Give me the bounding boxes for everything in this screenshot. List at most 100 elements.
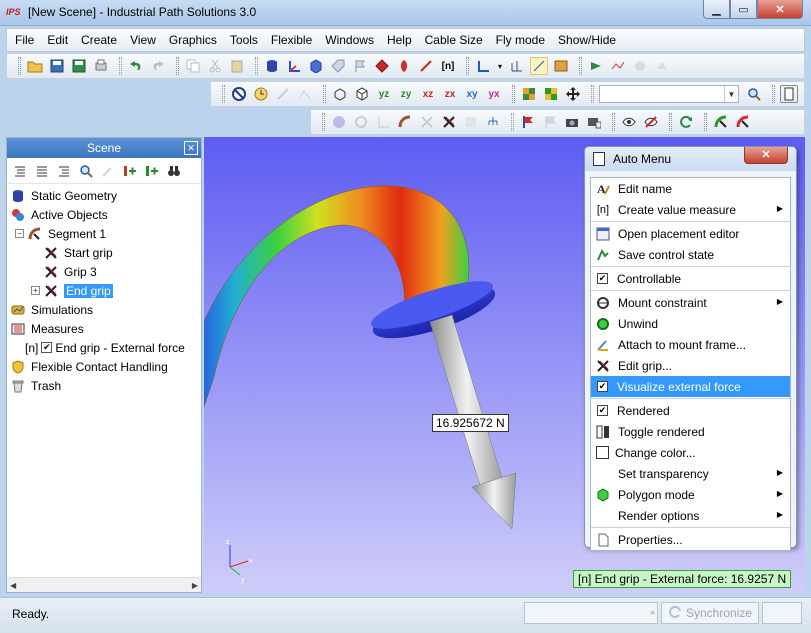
clock-icon[interactable] — [252, 85, 270, 103]
cube-icon[interactable] — [353, 85, 371, 103]
grip-icon[interactable] — [440, 113, 458, 131]
menu-item-edit-grip[interactable]: Edit grip... — [591, 355, 790, 376]
disabled-stack-icon[interactable] — [462, 113, 480, 131]
paste-icon[interactable] — [228, 57, 246, 75]
menu-item-mount-constraint[interactable]: Mount constraint ▶ — [591, 292, 790, 313]
menu-item-rendered[interactable]: ✔ Rendered — [591, 400, 790, 421]
tree-item-measures[interactable]: Measures — [7, 319, 201, 338]
toolbar-grip[interactable] — [222, 85, 225, 103]
list-view-icon[interactable] — [11, 162, 29, 180]
horizontal-scrollbar[interactable]: ◀ ▶ — [7, 577, 201, 592]
grid-snap-icon[interactable] — [530, 57, 548, 75]
move-icon[interactable] — [564, 85, 582, 103]
eye-icon[interactable] — [620, 113, 638, 131]
visualize-force-checkbox[interactable]: ✔ — [597, 381, 608, 392]
view-combo[interactable]: ▼ — [599, 85, 739, 103]
tree-item-flexible-contact[interactable]: Flexible Contact Handling — [7, 357, 201, 376]
controllable-checkbox[interactable]: ✔ — [597, 273, 608, 284]
cabinet-icon[interactable] — [552, 57, 570, 75]
disabled-gear-icon[interactable] — [352, 113, 370, 131]
disabled-flag-icon[interactable] — [541, 113, 559, 131]
hide-icon[interactable] — [642, 113, 660, 131]
tree-item-segment-1[interactable]: − Segment 1 — [7, 224, 201, 243]
menu-show-hide[interactable]: Show/Hide — [558, 33, 616, 47]
redo-icon[interactable] — [149, 57, 167, 75]
layout2-icon[interactable] — [542, 85, 560, 103]
open-folder-icon[interactable] — [26, 57, 44, 75]
disabled-tool2-icon[interactable] — [653, 57, 671, 75]
cable-grip-icon[interactable] — [712, 113, 730, 131]
tree-item-active-objects[interactable]: Active Objects — [7, 205, 201, 224]
maximize-button[interactable]: ▭ — [730, 0, 757, 19]
camera-icon[interactable] — [563, 113, 581, 131]
minimize-button[interactable]: ▁ — [703, 0, 730, 19]
disabled-grip-icon[interactable] — [418, 113, 436, 131]
menu-item-attach-to-mount-frame[interactable]: Attach to mount frame... — [591, 334, 790, 355]
close-icon[interactable]: ✕ — [184, 141, 198, 155]
scroll-left-icon[interactable]: ◀ — [10, 581, 16, 590]
no-entry-icon[interactable] — [230, 85, 248, 103]
menu-item-unwind[interactable]: Unwind — [591, 313, 790, 334]
menu-item-set-transparency[interactable]: Set transparency ▶ — [591, 463, 790, 484]
menu-fly-mode[interactable]: Fly mode — [496, 33, 545, 47]
menu-tools[interactable]: Tools — [230, 33, 258, 47]
menu-item-edit-name[interactable]: A Edit name — [591, 178, 790, 199]
save-as-icon[interactable] — [70, 57, 88, 75]
coordinate-frame-icon[interactable] — [474, 57, 492, 75]
expand-icon[interactable]: + — [31, 286, 40, 295]
tree-item-trash[interactable]: Trash — [7, 376, 201, 395]
tag-icon[interactable] — [329, 57, 347, 75]
menu-windows[interactable]: Windows — [325, 33, 374, 47]
line-icon[interactable] — [417, 57, 435, 75]
disabled-draw-icon[interactable] — [274, 85, 292, 103]
close-button[interactable]: ✕ — [757, 0, 803, 19]
menu-flexible[interactable]: Flexible — [271, 33, 312, 47]
menu-file[interactable]: File — [15, 33, 34, 47]
disabled-sphere-icon[interactable] — [330, 113, 348, 131]
view-xz-icon[interactable]: xz — [419, 85, 437, 103]
refresh-icon[interactable] — [677, 113, 695, 131]
toolbar-grip[interactable] — [18, 57, 21, 75]
value-measure-icon[interactable]: [n] — [439, 57, 457, 75]
collapse-icon[interactable]: − — [15, 229, 24, 238]
find-icon[interactable] — [77, 162, 95, 180]
red-flag-icon[interactable] — [519, 113, 537, 131]
auto-menu-close-button[interactable]: ✕ — [744, 147, 788, 164]
menu-item-polygon-mode[interactable]: Polygon mode ▶ — [591, 484, 790, 505]
indent-view-icon[interactable] — [55, 162, 73, 180]
cylinder-icon[interactable] — [263, 57, 281, 75]
tree-item-static-geometry[interactable]: Static Geometry — [7, 186, 201, 205]
wire-cube-icon[interactable] — [331, 85, 349, 103]
view-zy-icon[interactable]: zy — [397, 85, 415, 103]
print-icon[interactable] — [92, 57, 110, 75]
copy-icon[interactable] — [184, 57, 202, 75]
synchronize-button[interactable]: Synchronize — [661, 602, 759, 624]
menu-item-controllable[interactable]: ✔ Controllable — [591, 268, 790, 289]
undo-icon[interactable] — [127, 57, 145, 75]
menu-item-render-options[interactable]: Render options ▶ — [591, 505, 790, 526]
toolbar-grip[interactable] — [322, 113, 325, 131]
panel-icon[interactable] — [780, 85, 798, 103]
red-diamond-icon[interactable] — [373, 57, 391, 75]
menu-cable-size[interactable]: Cable Size — [425, 33, 483, 47]
binoculars-icon[interactable] — [165, 162, 183, 180]
cut-icon[interactable] — [206, 57, 224, 75]
rendered-checkbox[interactable]: ✔ — [597, 405, 608, 416]
view-yz-plus-icon[interactable]: yz — [375, 85, 393, 103]
menu-help[interactable]: Help — [387, 33, 412, 47]
menu-item-properties[interactable]: Properties... — [591, 529, 790, 550]
menu-edit[interactable]: Edit — [47, 33, 68, 47]
menu-item-change-color[interactable]: Change color... — [591, 442, 790, 463]
disabled-axis-icon[interactable] — [374, 113, 392, 131]
view-zx-icon[interactable]: zx — [441, 85, 459, 103]
scroll-right-icon[interactable]: ▶ — [192, 581, 198, 590]
menu-create[interactable]: Create — [81, 33, 117, 47]
red-shape-icon[interactable] — [395, 57, 413, 75]
tree-item-end-grip[interactable]: + End grip — [7, 281, 201, 300]
chevron-down-icon[interactable]: ▼ — [724, 86, 738, 102]
measure-checkbox[interactable]: ✔ — [41, 342, 53, 353]
camera-settings-icon[interactable] — [585, 113, 603, 131]
tree-item-measure-external-force[interactable]: [n] ✔ End grip - External force — [7, 338, 201, 357]
save-icon[interactable] — [48, 57, 66, 75]
menu-item-create-value-measure[interactable]: [n] Create value measure ▶ — [591, 199, 790, 220]
